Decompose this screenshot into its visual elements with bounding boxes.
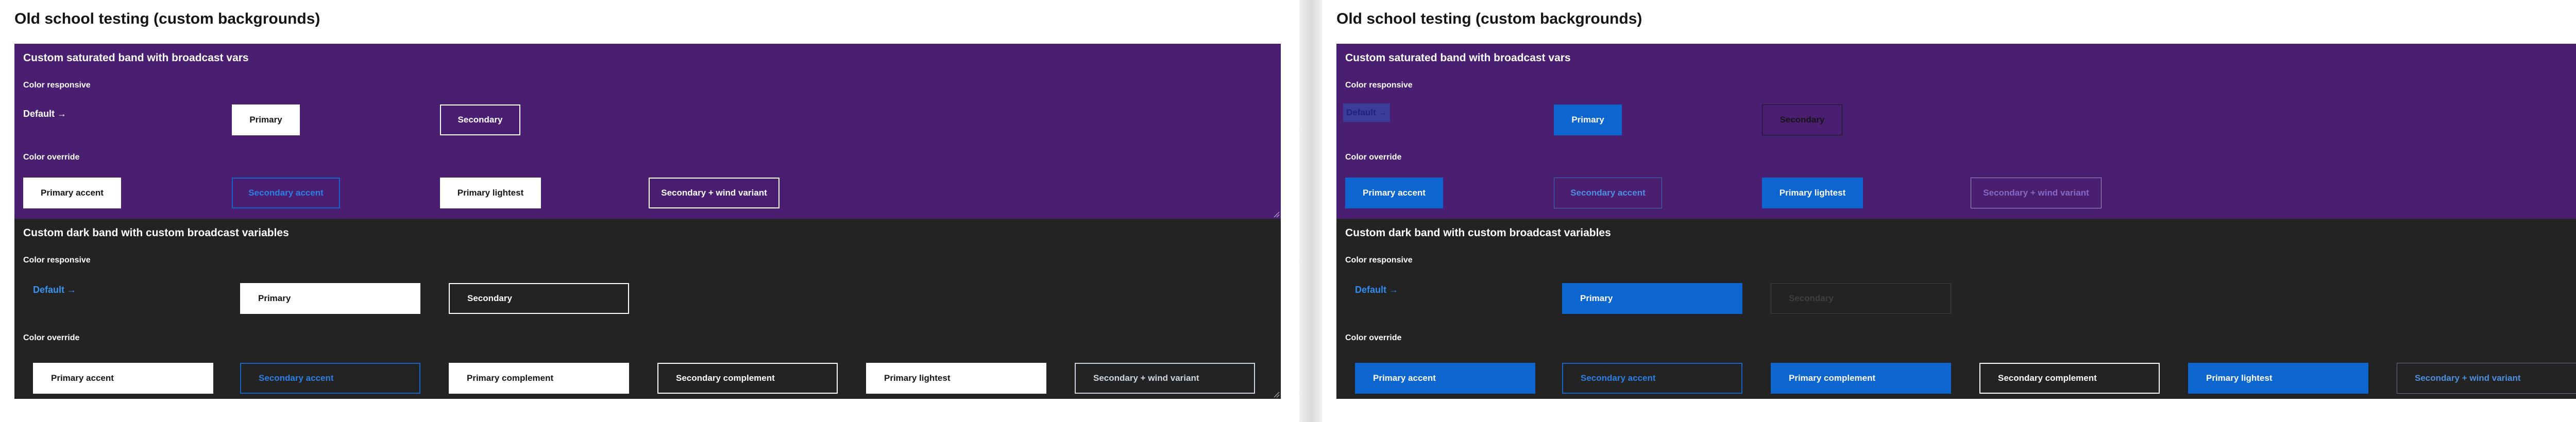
secondary-button[interactable]: Secondary bbox=[1771, 283, 1951, 314]
default-link[interactable]: Default → bbox=[23, 109, 66, 119]
primary-accent-button[interactable]: Primary accent bbox=[33, 363, 213, 394]
primary-accent-button[interactable]: Primary accent bbox=[1355, 363, 1535, 394]
primary-complement-button[interactable]: Primary complement bbox=[1771, 363, 1951, 394]
primary-lightest-button[interactable]: Primary lightest bbox=[866, 363, 1046, 394]
secondary-button[interactable]: Secondary bbox=[449, 283, 629, 314]
secondary-wind-variant-button[interactable]: Secondary + wind variant bbox=[2397, 363, 2576, 394]
secondary-complement-button[interactable]: Secondary complement bbox=[657, 363, 838, 394]
default-link[interactable]: Default → bbox=[33, 285, 76, 295]
primary-accent-button[interactable]: Primary accent bbox=[1345, 178, 1443, 208]
purple-band: Custom saturated band with broadcast var… bbox=[1336, 44, 2576, 219]
band-title: Custom dark band with custom broadcast v… bbox=[1345, 227, 1611, 239]
secondary-accent-button[interactable]: Secondary accent bbox=[1554, 178, 1662, 208]
primary-button[interactable]: Primary bbox=[1554, 104, 1622, 135]
pane-divider bbox=[1299, 0, 1322, 422]
page-title: Old school testing (custom backgrounds) bbox=[1336, 10, 1642, 27]
secondary-complement-button[interactable]: Secondary complement bbox=[1979, 363, 2160, 394]
primary-lightest-button[interactable]: Primary lightest bbox=[1762, 178, 1863, 208]
band-title: Custom saturated band with broadcast var… bbox=[1345, 52, 1571, 64]
secondary-wind-variant-button[interactable]: Secondary + wind variant bbox=[1075, 363, 1255, 394]
primary-lightest-button[interactable]: Primary lightest bbox=[440, 178, 541, 208]
primary-button[interactable]: Primary bbox=[232, 104, 300, 135]
page-title: Old school testing (custom backgrounds) bbox=[14, 10, 320, 27]
purple-band: Custom saturated band with broadcast var… bbox=[14, 44, 1281, 219]
default-link[interactable]: Default → bbox=[1343, 103, 1391, 122]
dark-band: Custom dark band with custom broadcast v… bbox=[1336, 219, 2576, 399]
secondary-wind-variant-button[interactable]: Secondary + wind variant bbox=[1971, 178, 2102, 208]
color-override-label: Color override bbox=[23, 333, 80, 342]
band-title: Custom saturated band with broadcast var… bbox=[23, 52, 249, 64]
color-responsive-label: Color responsive bbox=[23, 256, 91, 265]
primary-complement-button[interactable]: Primary complement bbox=[449, 363, 629, 394]
right-pane: Old school testing (custom backgrounds) … bbox=[1322, 0, 2576, 422]
resize-handle-icon[interactable] bbox=[1273, 391, 1280, 398]
color-override-label: Color override bbox=[1345, 153, 1402, 162]
color-responsive-label: Color responsive bbox=[23, 81, 91, 90]
resize-handle-icon[interactable] bbox=[1273, 210, 1280, 218]
secondary-accent-button[interactable]: Secondary accent bbox=[240, 363, 420, 394]
primary-button[interactable]: Primary bbox=[240, 283, 420, 314]
left-pane: Old school testing (custom backgrounds) … bbox=[0, 0, 1299, 422]
secondary-accent-button[interactable]: Secondary accent bbox=[232, 178, 340, 208]
color-responsive-label: Color responsive bbox=[1345, 81, 1413, 90]
primary-accent-button[interactable]: Primary accent bbox=[23, 178, 121, 208]
primary-button[interactable]: Primary bbox=[1562, 283, 1742, 314]
secondary-wind-variant-button[interactable]: Secondary + wind variant bbox=[649, 178, 779, 208]
color-responsive-label: Color responsive bbox=[1345, 256, 1413, 265]
default-link[interactable]: Default → bbox=[1355, 285, 1398, 295]
color-override-label: Color override bbox=[23, 153, 80, 162]
primary-lightest-button[interactable]: Primary lightest bbox=[2188, 363, 2368, 394]
dark-band: Custom dark band with custom broadcast v… bbox=[14, 219, 1281, 399]
secondary-button[interactable]: Secondary bbox=[1762, 104, 1842, 135]
band-title: Custom dark band with custom broadcast v… bbox=[23, 227, 289, 239]
secondary-accent-button[interactable]: Secondary accent bbox=[1562, 363, 1742, 394]
color-override-label: Color override bbox=[1345, 333, 1402, 342]
secondary-button[interactable]: Secondary bbox=[440, 104, 520, 135]
